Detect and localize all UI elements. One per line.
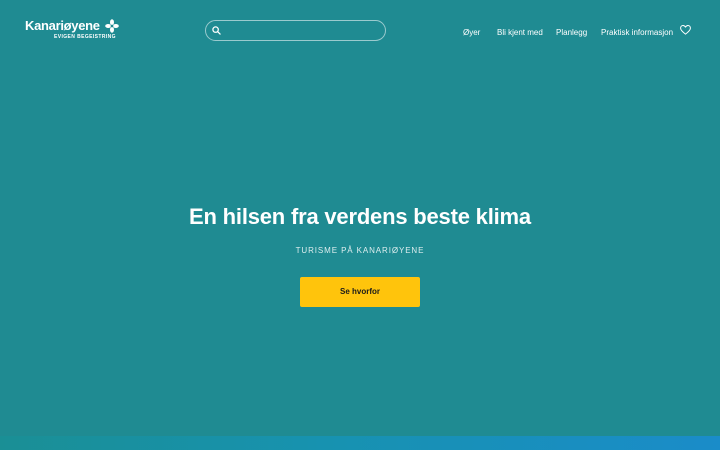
site-header: Kanariøyene EVIGEN BEGEISTRING Øyer Bli …	[0, 0, 720, 62]
site-logo[interactable]: Kanariøyene EVIGEN BEGEISTRING	[25, 18, 125, 44]
nav-item-bli-kjent-med[interactable]: Bli kjent med	[497, 27, 543, 39]
nav-item-planlegg[interactable]: Planlegg	[556, 27, 587, 39]
bottom-strip	[0, 436, 720, 450]
search-input[interactable]	[226, 23, 380, 38]
hero-title: En hilsen fra verdens beste klima	[189, 204, 531, 229]
search-bar[interactable]	[205, 20, 386, 41]
se-hvorfor-button[interactable]: Se hvorfor	[300, 277, 420, 307]
search-icon	[212, 26, 221, 35]
nav-item-oyer[interactable]: Øyer	[463, 27, 480, 39]
logo-tagline: EVIGEN BEGEISTRING	[54, 34, 116, 40]
flower-icon	[105, 19, 119, 33]
logo-wordmark: Kanariøyene	[25, 18, 100, 33]
nav-item-praktisk-informasjon[interactable]: Praktisk informasjon	[601, 27, 673, 39]
hero-subtitle: TURISME PÅ KANARIØYENE	[295, 246, 425, 255]
heart-icon[interactable]	[680, 25, 691, 35]
